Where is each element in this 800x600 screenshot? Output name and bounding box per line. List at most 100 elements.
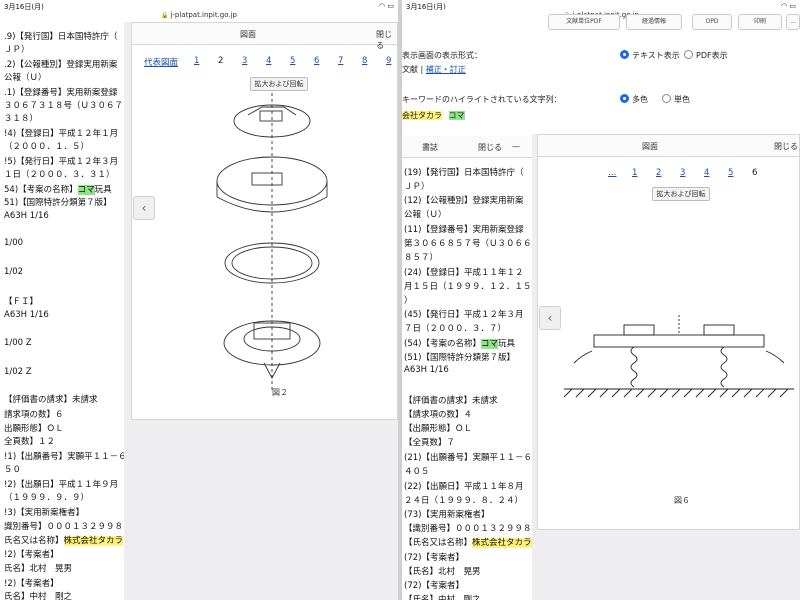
drawing-panel-close-button[interactable]: 閉じる (774, 141, 798, 152)
text-line-content: 【評価書の請求】未請求 (404, 396, 498, 406)
pager-page-6[interactable]: 5 (290, 56, 295, 66)
wifi-icon: ◠ (379, 2, 386, 10)
radio-unselected-icon (684, 50, 693, 59)
text-line-content: .1)【登録番号】実用新案登録 (4, 88, 118, 98)
radio-multicolor[interactable]: 多色 (620, 94, 648, 105)
pager-page-5[interactable]: 4 (704, 168, 709, 178)
keyword-highlight: コマ (77, 185, 95, 195)
print-button[interactable]: 印刷 (738, 14, 782, 30)
text-line: ＪＰ） (404, 180, 430, 192)
bibliography-close-button[interactable]: 閉じる (478, 142, 502, 153)
radio-pdf-display[interactable]: PDF表示 (684, 50, 728, 61)
text-line: 請求項の数】６ (4, 408, 64, 420)
pager-page-3[interactable]: 2 (656, 168, 661, 178)
link-separator: | (420, 65, 424, 74)
battery-icon: ▭ (387, 2, 394, 10)
radio-text-display[interactable]: テキスト表示 (620, 50, 680, 61)
text-line: 1/02 Z (4, 367, 32, 377)
text-line: 月１５日（１９９９．１２．１５ (404, 280, 532, 292)
pdf-per-document-button[interactable]: 文献単位PDF (548, 14, 620, 30)
text-line: A63H 1/16 (4, 310, 49, 320)
text-line: !5)【発行日】平成１２年３月 (4, 155, 118, 167)
pager-page-10[interactable]: 9 (386, 56, 391, 66)
pager-page-2[interactable]: 1 (194, 56, 199, 66)
text-line: ２４日（１９９９．８．２４） (404, 494, 523, 506)
radio-single-color-label: 単色 (674, 95, 690, 104)
text-line-content: A63H 1/16 (404, 365, 449, 375)
text-line-content: !3)【実用新案権者】 (4, 508, 85, 518)
drawing-block-right (703, 324, 735, 336)
wifi-icon: ◠ (781, 2, 788, 10)
text-line: 出願形態】ＯＬ (4, 422, 64, 434)
text-line-content: 第３０６６８５７号（Ｕ３０６６ (404, 239, 532, 249)
highlight-word-koma[interactable]: コマ (448, 111, 465, 120)
drawing-caption: 図６ (674, 496, 690, 505)
previous-drawing-button[interactable]: ‹ (539, 306, 561, 330)
text-line-content: (21)【出願番号】実願平１１－６ (404, 453, 532, 463)
text-line-content: .9)【発行国】日本国特許庁（ (4, 32, 118, 42)
pager-page-5[interactable]: 4 (266, 56, 271, 66)
bibliography-minimize-button[interactable]: — (512, 142, 520, 151)
text-line: 公報（Ｕ） (404, 208, 447, 220)
text-line-content: 54)【考案の名称】 (4, 185, 78, 195)
pager-page-4[interactable]: 3 (680, 168, 685, 178)
text-line-content: A63H 1/16 (4, 310, 49, 320)
pager-page-6[interactable]: 5 (728, 168, 733, 178)
text-line: 54)【考案の名称】コマ玩具 (4, 183, 112, 195)
highlight-word-company[interactable]: 会社タカラ (402, 111, 442, 120)
text-line-content: 1/00 Z (4, 338, 32, 348)
text-line: 1/00 Z (4, 338, 32, 348)
link-correction[interactable]: 補正・訂正 (426, 65, 466, 74)
opd-button[interactable]: OPD (692, 14, 732, 30)
text-line-content: ３０６７３１８号（Ｕ３０６７ (4, 101, 124, 111)
text-line: A63H 1/16 (4, 211, 49, 221)
radio-single-color[interactable]: 単色 (662, 94, 690, 105)
url-bar[interactable]: 🔒j-platpat.inpit.go.jp (0, 11, 398, 19)
text-line: （２０００．１．５） (4, 140, 89, 152)
previous-drawing-button[interactable]: ‹ (133, 196, 155, 220)
text-line-content: 51)【国際特許分類第７版】 (4, 198, 112, 208)
pager-page-7[interactable]: 6 (314, 56, 319, 66)
text-line: 【氏名】中村 剛之 (404, 593, 481, 600)
text-line-content: (72)【考案者】 (404, 581, 464, 591)
pager-page-4[interactable]: 3 (242, 56, 247, 66)
text-line: !1)【出願番号】実願平１１－６ (4, 450, 127, 462)
text-line: (22)【出願日】平成１１年８月 (404, 480, 523, 492)
text-line-content: ３１８） (4, 114, 39, 124)
text-line: (21)【出願番号】実願平１１－６ (404, 451, 532, 463)
text-line-content: 【氏名】中村 剛之 (404, 595, 481, 600)
pager-page-2[interactable]: 1 (632, 168, 637, 178)
text-line: （１９９９．９．９） (4, 491, 89, 503)
bibliographic-text-column: (19)【発行国】日本国特許庁（ ＪＰ） (12)【公報種別】登録実用新案 公報（Ｕ）… (402, 158, 532, 600)
zoom-rotate-button[interactable]: 拡大および回転 (652, 187, 710, 201)
text-line-content: ＪＰ） (404, 182, 430, 192)
radio-unselected-icon (662, 94, 671, 103)
text-line: (24)【登録日】平成１１年１２ (404, 266, 523, 278)
zoom-rotate-button[interactable]: 拡大および回転 (250, 77, 308, 91)
text-line: 【氏名又は名称】株式会社タカラ (404, 536, 532, 548)
pager-page-8[interactable]: 7 (338, 56, 343, 66)
text-line-content: 公報（Ｕ） (404, 210, 447, 220)
battery-icon: ▭ (789, 2, 796, 10)
text-line-content: (11)【登録番号】実用新案登録 (404, 225, 524, 235)
tab-bibliography[interactable]: 書誌 (422, 142, 438, 153)
text-line-content: (12)【公報種別】登録実用新案 (404, 196, 524, 206)
pager-page-1[interactable]: 代表図面 (144, 56, 178, 68)
radio-selected-icon (620, 50, 629, 59)
pager-page-9[interactable]: 8 (362, 56, 367, 66)
text-line: 51)【国際特許分類第７版】 (4, 196, 112, 208)
text-line: (72)【考案者】 (404, 551, 464, 563)
link-document[interactable]: 文献 (402, 65, 418, 74)
more-button[interactable]: … (786, 14, 800, 30)
text-line: ） (404, 294, 413, 306)
progress-info-button[interactable]: 経過情報 (626, 14, 682, 30)
drawing-part-ring-slot (251, 172, 283, 186)
text-line-content: 識別番号】０００１３２９９８ (4, 522, 124, 532)
pager-page-1[interactable]: … (608, 168, 617, 178)
drawing-panel-close-button[interactable]: 閉じる (376, 29, 397, 51)
text-line: (73)【実用新案権者】 (404, 508, 489, 520)
text-line-suffix: 玩具 (497, 339, 515, 349)
text-line-content: (73)【実用新案権者】 (404, 510, 490, 520)
text-line-content: 1/00 (4, 238, 24, 248)
drawing-caption: 図２ (272, 388, 288, 397)
